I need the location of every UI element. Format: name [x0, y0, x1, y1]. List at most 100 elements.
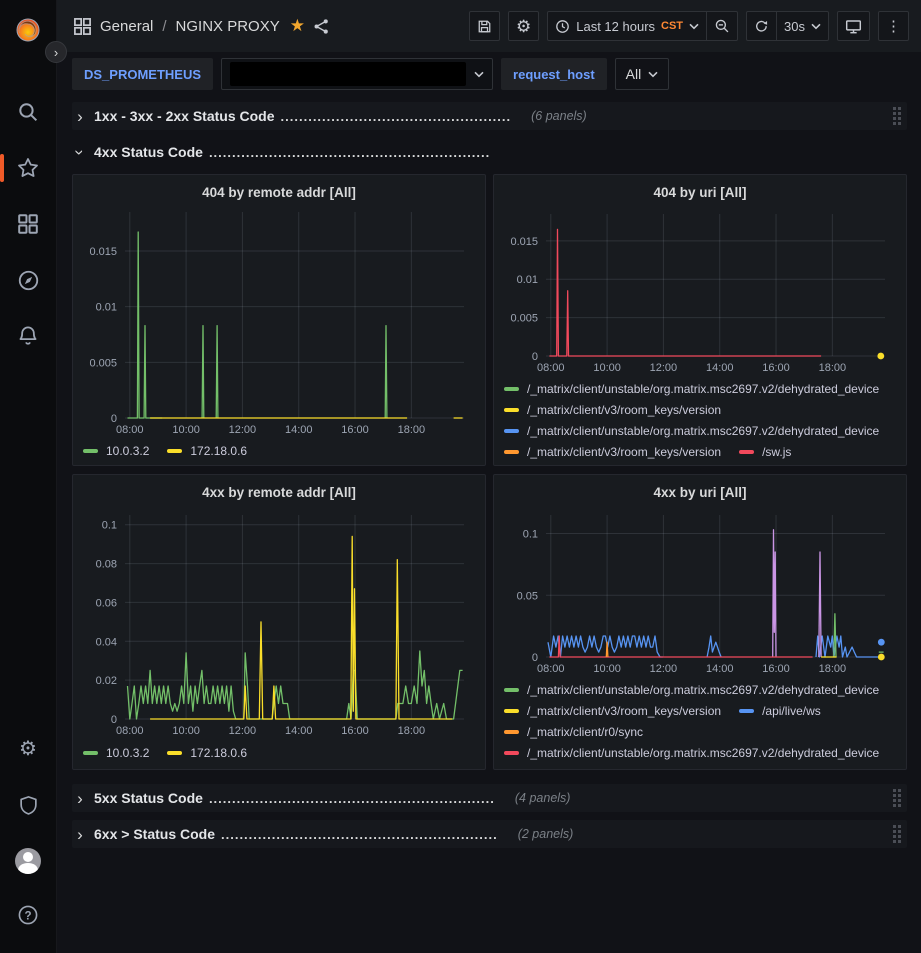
navbar: General / NGINX PROXY ★ ⚙ — [57, 0, 921, 52]
legend-label: /_matrix/client/v3/room_keys/version — [527, 445, 721, 459]
row-header-1xx-3xx-2xx[interactable]: › 1xx - 3xx - 2xx Status Code ..........… — [72, 102, 907, 130]
sidebar-item-dashboards[interactable] — [8, 204, 48, 244]
refresh-icon — [754, 19, 769, 34]
save-icon — [477, 19, 492, 34]
x-axis-tick: 08:00 — [116, 725, 144, 737]
row-header-4xx[interactable]: › 4xx Status Code ......................… — [72, 138, 907, 166]
legend-label: /_matrix/client/v3/room_keys/version — [527, 704, 721, 718]
time-series-chart[interactable]: 00.050.108:0010:0012:0014:0016:0018:00 — [502, 507, 898, 677]
legend-label: /_matrix/client/v3/room_keys/version — [527, 403, 721, 417]
legend-color-dash — [504, 751, 519, 755]
more-options-button[interactable]: ⋮ — [878, 11, 909, 41]
row-title: 1xx - 3xx - 2xx Status Code — [94, 108, 275, 124]
legend-item[interactable]: /_matrix/client/r0/sync — [504, 722, 643, 743]
chevron-down-icon: › — [72, 144, 89, 160]
breadcrumb-folder[interactable]: General — [100, 18, 153, 35]
legend-item[interactable]: /_matrix/client/unstable/org.matrix.msc2… — [504, 680, 879, 701]
legend-item[interactable]: 172.18.0.6 — [167, 441, 247, 459]
chevron-down-icon — [648, 71, 658, 78]
legend-item[interactable]: /sw.js — [739, 442, 791, 459]
panel-title[interactable]: 4xx by remote addr [All] — [81, 481, 477, 507]
y-axis-tick: 0.015 — [89, 246, 117, 258]
row-title: 6xx > Status Code — [94, 826, 215, 842]
x-axis-tick: 16:00 — [341, 725, 369, 737]
x-axis-tick: 08:00 — [537, 663, 565, 675]
x-axis-tick: 08:00 — [537, 362, 565, 374]
x-axis-tick: 14:00 — [285, 725, 313, 737]
row-panel-count: (4 panels) — [515, 791, 571, 805]
sidebar-expand-button[interactable]: › — [45, 41, 67, 63]
panel-404-by-remote-addr: 404 by remote addr [All] 00.0050.010.015… — [72, 174, 486, 466]
y-axis-tick: 0.1 — [523, 528, 538, 540]
share-icon[interactable] — [313, 18, 330, 35]
configuration-gear-icon[interactable]: ⚙ — [8, 729, 48, 769]
legend-color-dash — [739, 450, 754, 454]
datasource-variable-label[interactable]: DS_PROMETHEUS — [72, 58, 213, 90]
dashboard-title[interactable]: NGINX PROXY — [176, 18, 280, 35]
user-avatar[interactable] — [8, 841, 48, 881]
x-axis-tick: 16:00 — [762, 663, 790, 675]
row-dots: ........................................… — [209, 791, 495, 806]
time-series-chart[interactable]: 00.0050.010.01508:0010:0012:0014:0016:00… — [502, 206, 898, 376]
admin-shield-icon[interactable] — [8, 785, 48, 825]
time-range-picker[interactable]: Last 12 hours CST — [547, 11, 707, 41]
legend-item[interactable]: /_matrix/client/v3/room_keys/version — [504, 442, 721, 459]
sidebar: ⚙ ? — [0, 0, 57, 953]
x-axis-tick: 10:00 — [593, 362, 621, 374]
legend-item[interactable]: 10.0.3.2 — [83, 742, 149, 763]
time-series-chart[interactable]: 00.0050.010.01508:0010:0012:0014:0016:00… — [81, 204, 477, 438]
request-host-variable-select[interactable]: All — [615, 58, 670, 90]
legend-item[interactable]: /api/live/ws — [739, 701, 821, 722]
chevron-right-icon: › — [72, 108, 88, 125]
row-drag-handle[interactable] — [893, 789, 901, 807]
favorite-star-icon[interactable]: ★ — [290, 16, 305, 36]
legend-label: /_matrix/client/r0/sync — [527, 725, 643, 739]
legend-color-dash — [504, 688, 519, 692]
search-icon[interactable] — [8, 92, 48, 132]
row-header-6xx[interactable]: › 6xx > Status Code ....................… — [72, 820, 907, 848]
legend-color-dash — [504, 709, 519, 713]
panel-title[interactable]: 404 by remote addr [All] — [81, 181, 477, 204]
dashboard-settings-button[interactable]: ⚙ — [508, 11, 539, 41]
dashboard-content: › 1xx - 3xx - 2xx Status Code ..........… — [57, 96, 921, 953]
legend-item[interactable]: /_matrix/client/v3/room_keys/version — [504, 701, 721, 722]
x-axis-tick: 10:00 — [172, 424, 200, 436]
chevron-right-icon: › — [72, 826, 88, 843]
row-drag-handle[interactable] — [893, 825, 901, 843]
legend-label: 172.18.0.6 — [190, 444, 247, 458]
legend-label: 10.0.3.2 — [106, 746, 149, 760]
sidebar-item-explore[interactable] — [8, 260, 48, 300]
grafana-logo[interactable] — [8, 10, 48, 50]
x-axis-tick: 18:00 — [819, 663, 847, 675]
legend-color-dash — [739, 709, 754, 713]
legend-item[interactable]: 10.0.3.2 — [83, 441, 149, 459]
refresh-interval-dropdown[interactable]: 30s — [777, 11, 829, 41]
kiosk-mode-button[interactable] — [837, 11, 870, 41]
zoom-out-button[interactable] — [707, 11, 738, 41]
row-header-5xx[interactable]: › 5xx Status Code ......................… — [72, 784, 907, 812]
request-host-variable-label[interactable]: request_host — [501, 58, 607, 90]
refresh-button[interactable] — [746, 11, 777, 41]
sidebar-item-starred[interactable] — [8, 148, 48, 188]
help-icon[interactable]: ? — [8, 895, 48, 935]
time-series-chart[interactable]: 00.020.040.060.080.108:0010:0012:0014:00… — [81, 507, 477, 739]
panel-title[interactable]: 4xx by uri [All] — [502, 481, 898, 507]
row-drag-handle[interactable] — [893, 107, 901, 125]
panel-grid: 404 by remote addr [All] 00.0050.010.015… — [72, 174, 907, 770]
row-dots: ........................................… — [209, 145, 490, 160]
save-dashboard-button[interactable] — [469, 11, 500, 41]
sidebar-item-alerting[interactable] — [8, 316, 48, 356]
row-dots: ........................................… — [281, 109, 512, 124]
legend-label: 10.0.3.2 — [106, 444, 149, 458]
datasource-variable-select[interactable] — [221, 58, 493, 90]
legend-item[interactable]: 172.18.0.6 — [167, 742, 247, 763]
panel-title[interactable]: 404 by uri [All] — [502, 181, 898, 206]
legend-item[interactable]: /_matrix/client/unstable/org.matrix.msc2… — [504, 743, 879, 763]
legend-item[interactable]: /_matrix/client/unstable/org.matrix.msc2… — [504, 379, 879, 400]
legend-item[interactable]: /_matrix/client/v3/room_keys/version — [504, 400, 721, 421]
legend-item[interactable]: /_matrix/client/unstable/org.matrix.msc2… — [504, 421, 879, 442]
panel-legend: /_matrix/client/unstable/org.matrix.msc2… — [502, 680, 898, 763]
y-axis-tick: 0.04 — [96, 636, 117, 648]
y-axis-tick: 0.005 — [510, 312, 538, 324]
legend-label: /sw.js — [762, 445, 791, 459]
